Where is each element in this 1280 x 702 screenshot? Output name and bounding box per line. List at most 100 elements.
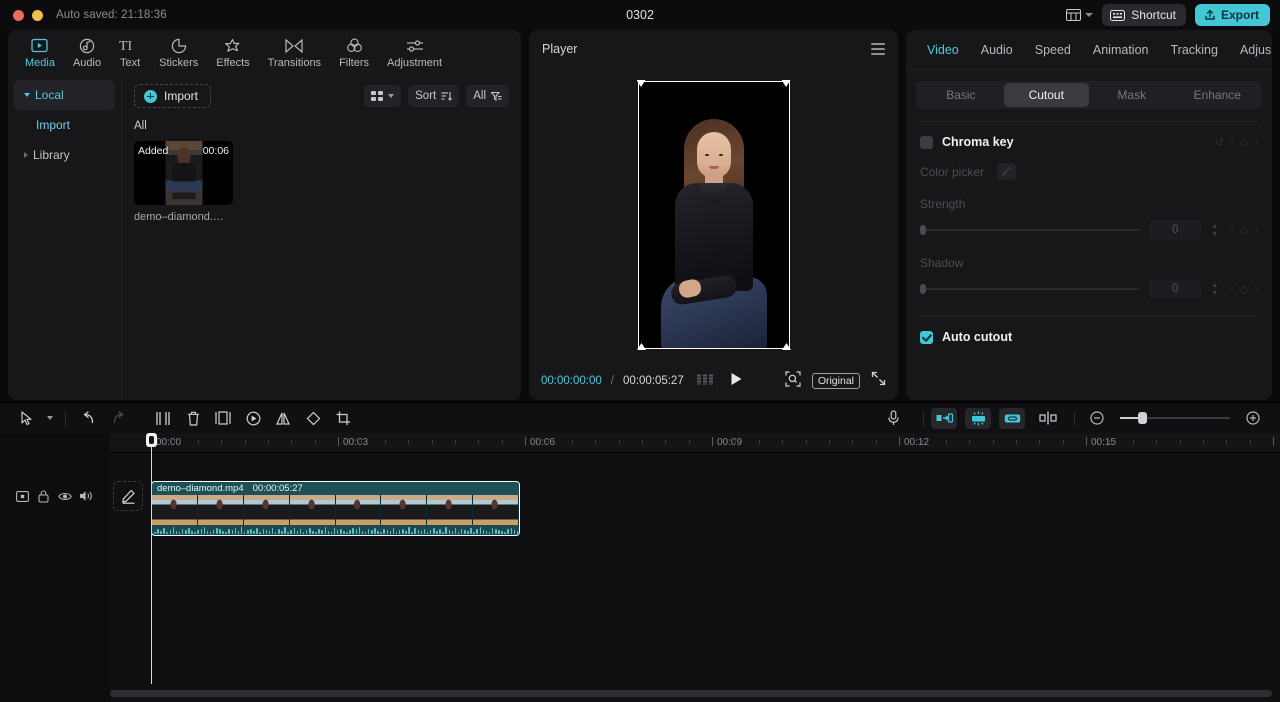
rotate-button[interactable] bbox=[298, 404, 328, 432]
nav-tab-stickers[interactable]: Stickers bbox=[150, 35, 207, 71]
shadow-stepper[interactable]: ▲ ▼ bbox=[1211, 282, 1218, 297]
toolbar-divider bbox=[1074, 410, 1075, 426]
filter-button[interactable]: All bbox=[466, 85, 509, 107]
segment-mask[interactable]: Mask bbox=[1089, 83, 1175, 107]
color-picker-button[interactable] bbox=[997, 163, 1017, 181]
sidebar-item-library[interactable]: Library bbox=[14, 140, 115, 170]
zoom-out-button[interactable] bbox=[1082, 404, 1112, 432]
sidebar-item-local[interactable]: Local bbox=[14, 80, 115, 110]
strength-slider[interactable] bbox=[920, 225, 1140, 235]
crop-button[interactable] bbox=[328, 404, 358, 432]
player-menu-button[interactable] bbox=[871, 43, 885, 55]
color-picker-row: Color picker bbox=[906, 163, 1272, 181]
nav-tab-text[interactable]: TI Text bbox=[110, 35, 150, 71]
media-item[interactable]: Added 00:06 demo–diamond.mp4 bbox=[134, 141, 233, 223]
reset-icon[interactable]: ↺ bbox=[1215, 136, 1224, 149]
track-lock-button[interactable] bbox=[33, 486, 54, 507]
strength-stepper[interactable]: ▲ ▼ bbox=[1211, 223, 1218, 238]
mirror-button[interactable] bbox=[268, 404, 298, 432]
nav-tab-adjustment[interactable]: Adjustment bbox=[378, 35, 451, 71]
minimize-window-button[interactable] bbox=[32, 9, 43, 21]
crop-duration-button[interactable] bbox=[208, 404, 238, 432]
undo-button[interactable] bbox=[73, 404, 103, 432]
edit-track-button[interactable] bbox=[113, 481, 143, 511]
link-clips-button[interactable] bbox=[999, 407, 1025, 429]
chroma-key-checkbox[interactable] bbox=[920, 135, 933, 149]
auto-cutout-toggle-button[interactable] bbox=[965, 407, 991, 429]
strength-slider-knob[interactable] bbox=[920, 225, 926, 235]
quality-button[interactable]: Original bbox=[811, 373, 860, 389]
shortcut-button[interactable]: Shortcut bbox=[1102, 4, 1186, 26]
add-keyframe-icon[interactable]: ◇ bbox=[1240, 136, 1248, 149]
snap-toggle-button[interactable] bbox=[1033, 404, 1063, 432]
thumbnail-image bbox=[165, 141, 202, 205]
redo-button[interactable] bbox=[103, 404, 133, 432]
export-button[interactable]: Export bbox=[1194, 4, 1270, 26]
zoom-in-button[interactable] bbox=[1238, 404, 1268, 432]
tab-tracking[interactable]: Tracking bbox=[1159, 43, 1228, 57]
timeline-ruler[interactable]: 00:00 00:03 00:06 00:09 00:12 00:15 bbox=[0, 433, 1280, 453]
select-tool-dropdown[interactable] bbox=[42, 404, 58, 432]
track-visibility-button[interactable] bbox=[54, 486, 75, 507]
tab-speed[interactable]: Speed bbox=[1024, 43, 1082, 57]
tab-adjustment[interactable]: Adjus bbox=[1229, 43, 1280, 57]
view-mode-button[interactable] bbox=[364, 85, 402, 107]
next-keyframe-icon[interactable]: › bbox=[1254, 136, 1258, 148]
zoom-slider-knob[interactable] bbox=[1138, 412, 1147, 424]
sort-button[interactable]: Sort bbox=[408, 85, 460, 107]
zoom-slider[interactable] bbox=[1120, 412, 1230, 424]
layout-switch-button[interactable] bbox=[1066, 9, 1094, 21]
segment-enhance[interactable]: Enhance bbox=[1175, 83, 1261, 107]
prev-keyframe-icon[interactable]: ‹ bbox=[1230, 224, 1234, 236]
playhead-handle[interactable] bbox=[146, 433, 157, 447]
nav-tab-media[interactable]: Media bbox=[16, 35, 64, 71]
add-keyframe-icon[interactable]: ◇ bbox=[1240, 283, 1248, 296]
auto-fade-in-button[interactable] bbox=[931, 407, 957, 429]
zoom-to-fit-button[interactable] bbox=[785, 370, 801, 392]
transitions-icon bbox=[285, 37, 303, 54]
media-thumbnail[interactable]: Added 00:06 bbox=[134, 141, 233, 205]
tab-animation[interactable]: Animation bbox=[1082, 43, 1160, 57]
fullscreen-button[interactable] bbox=[871, 371, 886, 391]
player-controls: 00:00:00:00 / 00:00:05:27 Original bbox=[529, 362, 898, 400]
inspector-panel: Video Audio Speed Animation Tracking Adj… bbox=[906, 30, 1272, 400]
magnifier-frame-icon bbox=[785, 370, 801, 387]
prev-keyframe-icon[interactable]: ‹ bbox=[1230, 136, 1234, 148]
auto-cutout-checkbox[interactable] bbox=[920, 330, 933, 344]
next-keyframe-icon[interactable]: › bbox=[1254, 224, 1258, 236]
shadow-value[interactable]: 0 bbox=[1149, 279, 1202, 299]
playhead[interactable] bbox=[146, 433, 157, 684]
prev-keyframe-icon[interactable]: ‹ bbox=[1230, 283, 1234, 295]
track-type-icon[interactable] bbox=[12, 486, 33, 507]
select-tool-button[interactable] bbox=[12, 404, 42, 432]
delete-button[interactable] bbox=[178, 404, 208, 432]
audio-icon bbox=[79, 37, 95, 54]
import-button[interactable]: Import bbox=[134, 84, 212, 108]
segment-cutout[interactable]: Cutout bbox=[1003, 83, 1089, 107]
add-keyframe-icon[interactable]: ◇ bbox=[1240, 224, 1248, 237]
nav-tab-transitions[interactable]: Transitions bbox=[259, 35, 330, 71]
timeline-clip[interactable]: demo–diamond.mp4 00:00:05:27 bbox=[151, 481, 520, 536]
nav-tab-effects[interactable]: Effects bbox=[207, 35, 258, 71]
nav-tab-filters[interactable]: Filters bbox=[330, 35, 378, 71]
sidebar-item-import[interactable]: Import bbox=[14, 110, 115, 140]
player-title: Player bbox=[542, 42, 578, 56]
frame-step-button[interactable] bbox=[696, 372, 715, 390]
strength-value[interactable]: 0 bbox=[1149, 220, 1202, 240]
tab-video[interactable]: Video bbox=[916, 43, 970, 57]
timeline-horizontal-scrollbar[interactable] bbox=[110, 690, 1272, 697]
shadow-slider-knob[interactable] bbox=[920, 284, 926, 294]
split-button[interactable] bbox=[148, 404, 178, 432]
play-button[interactable] bbox=[730, 372, 743, 391]
video-preview[interactable] bbox=[636, 80, 791, 349]
tab-audio[interactable]: Audio bbox=[970, 43, 1024, 57]
next-keyframe-icon[interactable]: › bbox=[1254, 283, 1258, 295]
track-mute-button[interactable] bbox=[75, 486, 96, 507]
segment-basic[interactable]: Basic bbox=[918, 83, 1004, 107]
freeze-frame-button[interactable] bbox=[238, 404, 268, 432]
record-voiceover-button[interactable] bbox=[878, 404, 908, 432]
grid-view-icon bbox=[371, 91, 384, 101]
shadow-slider[interactable] bbox=[920, 284, 1140, 294]
close-window-button[interactable] bbox=[13, 9, 24, 21]
nav-tab-audio[interactable]: Audio bbox=[64, 35, 110, 71]
